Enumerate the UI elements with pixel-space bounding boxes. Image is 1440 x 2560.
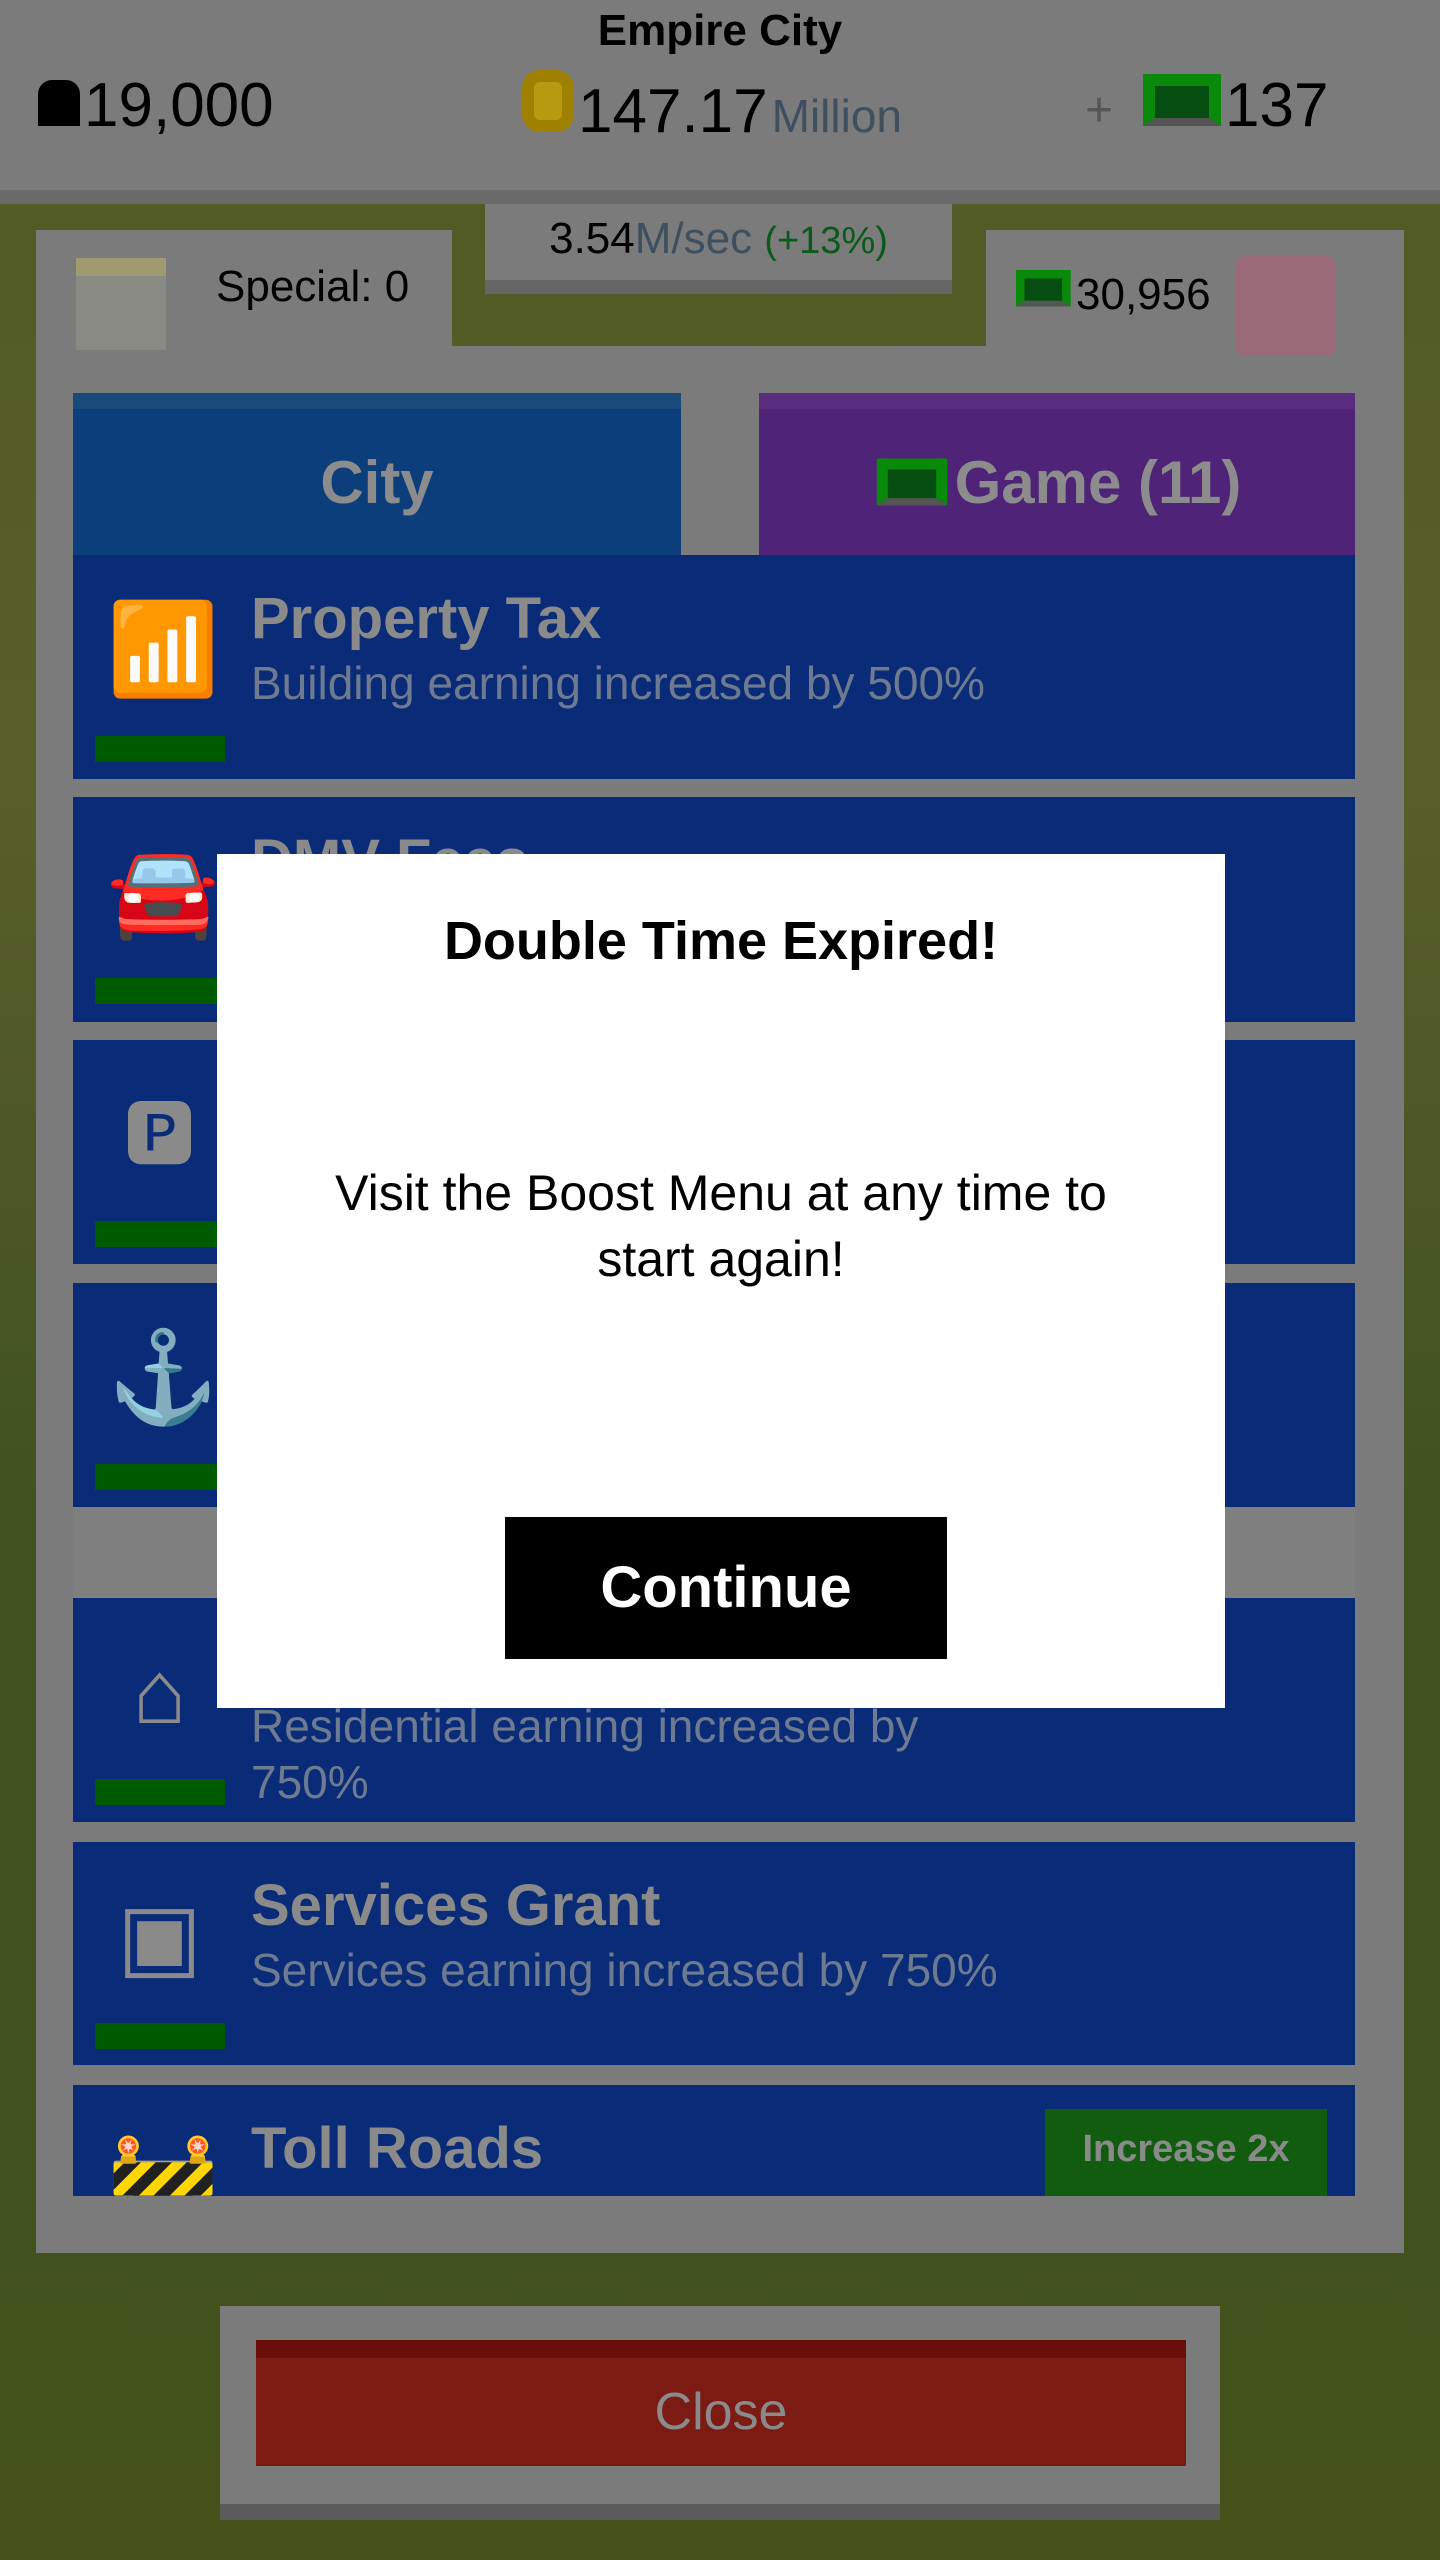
close-bar: Close [220,2306,1220,2520]
gems-stat[interactable]: +137 [1085,70,1328,141]
person-icon [38,80,80,126]
arch-icon [76,258,166,350]
parking-icon: 🅿 [124,1096,195,1174]
progress-bar [95,1779,225,1805]
tab-city[interactable]: City [73,393,681,555]
coin-icon [522,70,574,132]
gem-icon [876,458,947,506]
piggy-bank-icon[interactable] [1236,256,1336,356]
plus-icon[interactable]: + [1085,83,1113,138]
upgrade-services-grant[interactable]: ▣ Services Grant Services earning increase… [73,1842,1355,2065]
close-button[interactable]: Close [256,2340,1186,2466]
dialog-title: Double Time Expired! [443,911,999,971]
special-box: Special: 0 [36,230,452,350]
house-icon: ⌂ [132,1643,187,1743]
upgrade-toll-roads[interactable]: 🚧 Toll Roads Increase 2x [73,2085,1355,2196]
dialog-message: Visit the Boost Menu at any time to star… [335,1165,1107,1287]
population-stat: 19,000 [38,70,274,141]
bank-gems: 30,956 [1076,270,1211,319]
progress-bar [95,1464,225,1490]
upgrade-property-tax[interactable]: 📶 Property Tax Building earning increased … [73,555,1355,779]
progress-bar [95,2023,225,2049]
income-rate: 3.54M/sec (+13%) [485,204,952,294]
double-time-expired-dialog: Double Time Expired! Visit the Boost Men… [217,854,1225,1708]
progress-bar [95,978,225,1004]
progress-bar [95,736,225,762]
money-stat: 147.17 Million [522,70,902,147]
bank-box[interactable]: 30,956 [986,230,1404,356]
chart-growth-icon: 📶 [107,600,220,700]
toll-gate-icon: 🚧 [107,2130,220,2196]
special-count: Special: 0 [216,262,410,311]
gem-icon [1016,270,1071,307]
gem-icon [1143,74,1222,126]
progress-bar [95,1221,225,1247]
hand-box-icon: ▣ [116,1887,203,1987]
tab-game[interactable]: Game (11) [759,393,1355,555]
increase-button[interactable]: Increase 2x [1045,2109,1327,2196]
car-icon: 🚘 [107,842,220,942]
city-name: Empire City [597,6,843,55]
crane-hook-icon: ⚓ [107,1328,220,1428]
continue-button[interactable]: Continue [505,1517,947,1659]
